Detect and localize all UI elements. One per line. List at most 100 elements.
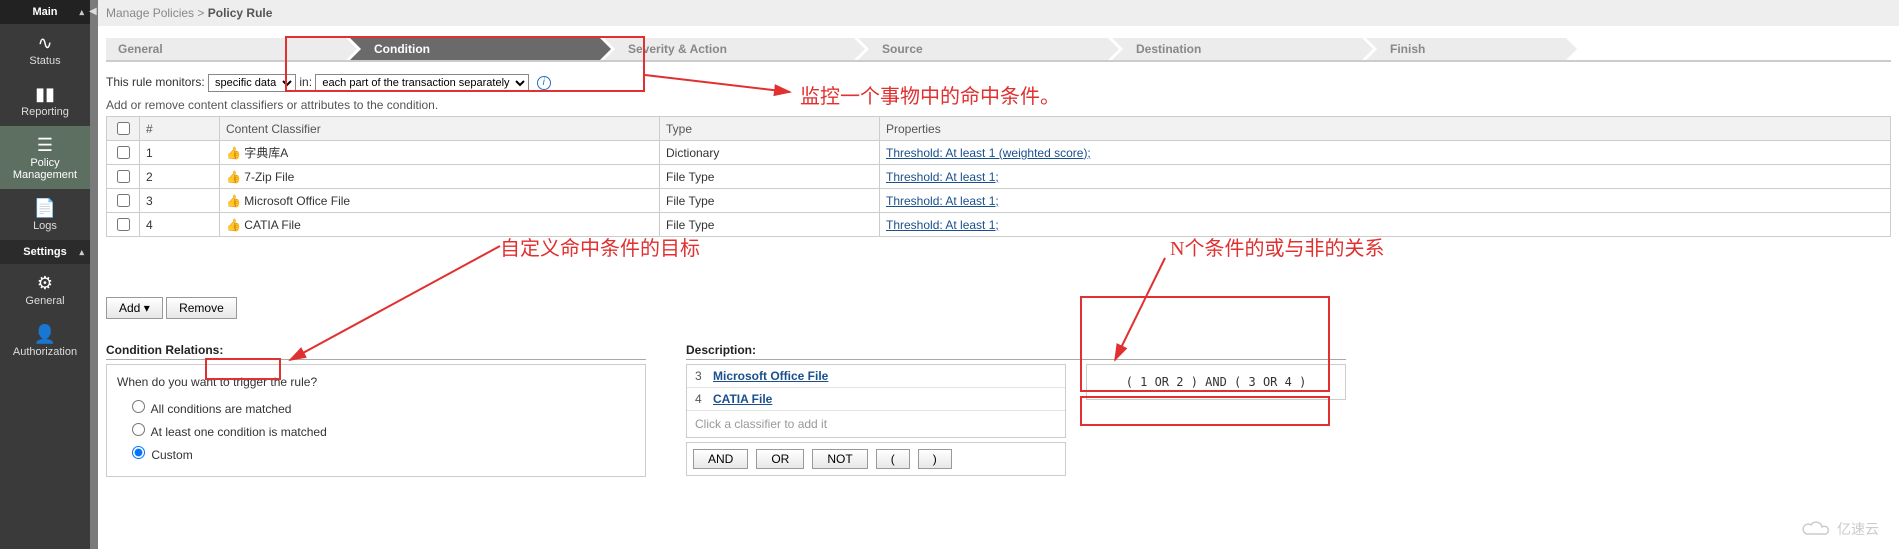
table-row[interactable]: 2 👍 7-Zip File File Type Threshold: At l… bbox=[107, 165, 1891, 189]
list-icon: ☰ bbox=[2, 136, 88, 154]
sidebar-item-label: Authorization bbox=[13, 346, 77, 358]
row-classifier: 7-Zip File bbox=[244, 170, 294, 184]
rule-monitor-in-label: in: bbox=[299, 75, 312, 89]
chevron-up-icon: ▴ bbox=[79, 247, 84, 258]
sidebar-header-main[interactable]: Main ▴ bbox=[0, 0, 90, 24]
row-num: 1 bbox=[140, 141, 220, 165]
description-hint: Click a classifier to add it bbox=[687, 411, 1065, 437]
sidebar-item-status[interactable]: ∿ Status bbox=[0, 24, 90, 75]
sidebar-item-label: Reporting bbox=[21, 106, 69, 118]
not-button[interactable]: NOT bbox=[812, 449, 867, 469]
table-row[interactable]: 4 👍 CATIA File File Type Threshold: At l… bbox=[107, 213, 1891, 237]
row-classifier: Microsoft Office File bbox=[244, 194, 350, 208]
or-button[interactable]: OR bbox=[756, 449, 804, 469]
list-item-link[interactable]: CATIA File bbox=[713, 392, 772, 406]
user-key-icon: 👤 bbox=[2, 325, 88, 343]
table-row[interactable]: 3 👍 Microsoft Office File File Type Thre… bbox=[107, 189, 1891, 213]
monitor-what-select[interactable]: specific data bbox=[208, 74, 296, 92]
sidebar-item-general[interactable]: ⚙ General bbox=[0, 264, 90, 315]
row-type: File Type bbox=[660, 189, 880, 213]
sidebar-item-logs[interactable]: 📄 Logs bbox=[0, 189, 90, 240]
select-all-checkbox[interactable] bbox=[117, 122, 130, 135]
condition-relations-section: Condition Relations: When do you want to… bbox=[106, 329, 646, 477]
row-properties-link[interactable]: Threshold: At least 1; bbox=[886, 218, 999, 232]
file-type-icon: 👍 bbox=[226, 218, 241, 232]
radio-at-least-one[interactable] bbox=[132, 423, 145, 436]
col-header[interactable]: Properties bbox=[880, 117, 1891, 141]
table-row[interactable]: 1 👍 字典库A Dictionary Threshold: At least … bbox=[107, 141, 1891, 165]
classifier-hint: Add or remove content classifiers or att… bbox=[106, 98, 1891, 112]
row-num: 3 bbox=[140, 189, 220, 213]
wizard-step-label: Source bbox=[882, 42, 923, 56]
row-classifier: 字典库A bbox=[244, 146, 288, 160]
radio-label: At least one condition is matched bbox=[151, 425, 327, 439]
wizard-step-condition[interactable]: Condition bbox=[350, 38, 600, 60]
sidebar-collapse-handle[interactable]: ◀ bbox=[90, 0, 98, 549]
watermark: 亿速云 bbox=[1801, 519, 1879, 539]
row-checkbox[interactable] bbox=[117, 218, 130, 231]
row-properties-link[interactable]: Threshold: At least 1; bbox=[886, 194, 999, 208]
condition-relations-title: Condition Relations: bbox=[106, 343, 646, 360]
breadcrumb: Manage Policies > Policy Rule bbox=[98, 0, 1899, 26]
sidebar-item-label: Policy Management bbox=[13, 157, 77, 181]
remove-button[interactable]: Remove bbox=[166, 297, 237, 319]
monitor-scope-select[interactable]: each part of the transaction separately bbox=[315, 74, 529, 92]
wizard-step-finish[interactable]: Finish bbox=[1366, 38, 1566, 60]
rule-monitor-line: This rule monitors: specific data in: ea… bbox=[106, 74, 1891, 92]
wizard-step-label: General bbox=[118, 42, 163, 56]
sidebar-item-policy-management[interactable]: ☰ Policy Management bbox=[0, 126, 90, 189]
cloud-icon bbox=[1801, 520, 1831, 538]
gear-icon: ⚙ bbox=[2, 274, 88, 292]
sidebar: Main ▴ ∿ Status ▮▮ Reporting ☰ Policy Ma… bbox=[0, 0, 90, 549]
row-properties-link[interactable]: Threshold: At least 1; bbox=[886, 170, 999, 184]
row-checkbox[interactable] bbox=[117, 170, 130, 183]
description-title: Description: bbox=[686, 343, 1346, 360]
sidebar-item-label: Logs bbox=[33, 220, 57, 232]
rule-monitor-label: This rule monitors: bbox=[106, 75, 205, 89]
radio-all-conditions[interactable] bbox=[132, 400, 145, 413]
list-item-link[interactable]: Microsoft Office File bbox=[713, 369, 828, 383]
description-section: Description: 3Microsoft Office File 4CAT… bbox=[686, 329, 1346, 476]
breadcrumb-link[interactable]: Manage Policies bbox=[106, 6, 194, 20]
wizard-step-source[interactable]: Source bbox=[858, 38, 1108, 60]
row-checkbox[interactable] bbox=[117, 194, 130, 207]
info-icon[interactable]: i bbox=[537, 76, 551, 90]
col-header[interactable]: # bbox=[140, 117, 220, 141]
pulse-icon: ∿ bbox=[2, 34, 88, 52]
sidebar-item-reporting[interactable]: ▮▮ Reporting bbox=[0, 75, 90, 126]
list-item[interactable]: 4CATIA File bbox=[687, 388, 1065, 411]
row-checkbox[interactable] bbox=[117, 146, 130, 159]
sidebar-header-settings[interactable]: Settings ▴ bbox=[0, 240, 90, 264]
condition-relations-box: When do you want to trigger the rule? Al… bbox=[106, 364, 646, 477]
content-area: Manage Policies > Policy Rule General Co… bbox=[98, 0, 1899, 477]
radio-custom[interactable] bbox=[132, 446, 145, 459]
radio-label: All conditions are matched bbox=[151, 402, 292, 416]
row-type: File Type bbox=[660, 165, 880, 189]
wizard-step-destination[interactable]: Destination bbox=[1112, 38, 1362, 60]
wizard-step-general[interactable]: General bbox=[106, 38, 346, 60]
wizard-steps: General Condition Severity & Action Sour… bbox=[106, 38, 1891, 62]
wizard-step-severity[interactable]: Severity & Action bbox=[604, 38, 854, 60]
document-icon: 📄 bbox=[2, 199, 88, 217]
rparen-button[interactable]: ) bbox=[918, 449, 952, 469]
list-item[interactable]: 3Microsoft Office File bbox=[687, 365, 1065, 388]
file-type-icon: 👍 bbox=[226, 194, 241, 208]
sidebar-item-authorization[interactable]: 👤 Authorization bbox=[0, 315, 90, 366]
row-properties-link[interactable]: Threshold: At least 1 (weighted score); bbox=[886, 146, 1091, 160]
row-type: Dictionary bbox=[660, 141, 880, 165]
row-num: 4 bbox=[140, 213, 220, 237]
row-classifier: CATIA File bbox=[244, 218, 300, 232]
radio-label: Custom bbox=[151, 448, 192, 462]
col-header[interactable]: Content Classifier bbox=[220, 117, 660, 141]
col-header[interactable]: Type bbox=[660, 117, 880, 141]
add-button-label: Add bbox=[119, 301, 140, 315]
and-button[interactable]: AND bbox=[693, 449, 748, 469]
file-type-icon: 👍 bbox=[226, 170, 241, 184]
description-list: 3Microsoft Office File 4CATIA File Click… bbox=[686, 364, 1066, 438]
sidebar-item-label: General bbox=[25, 295, 64, 307]
add-button[interactable]: Add ▾ bbox=[106, 297, 163, 319]
chevron-up-icon: ▴ bbox=[79, 7, 84, 18]
lparen-button[interactable]: ( bbox=[876, 449, 910, 469]
sidebar-header-settings-label: Settings bbox=[23, 246, 66, 258]
watermark-text: 亿速云 bbox=[1837, 519, 1879, 539]
